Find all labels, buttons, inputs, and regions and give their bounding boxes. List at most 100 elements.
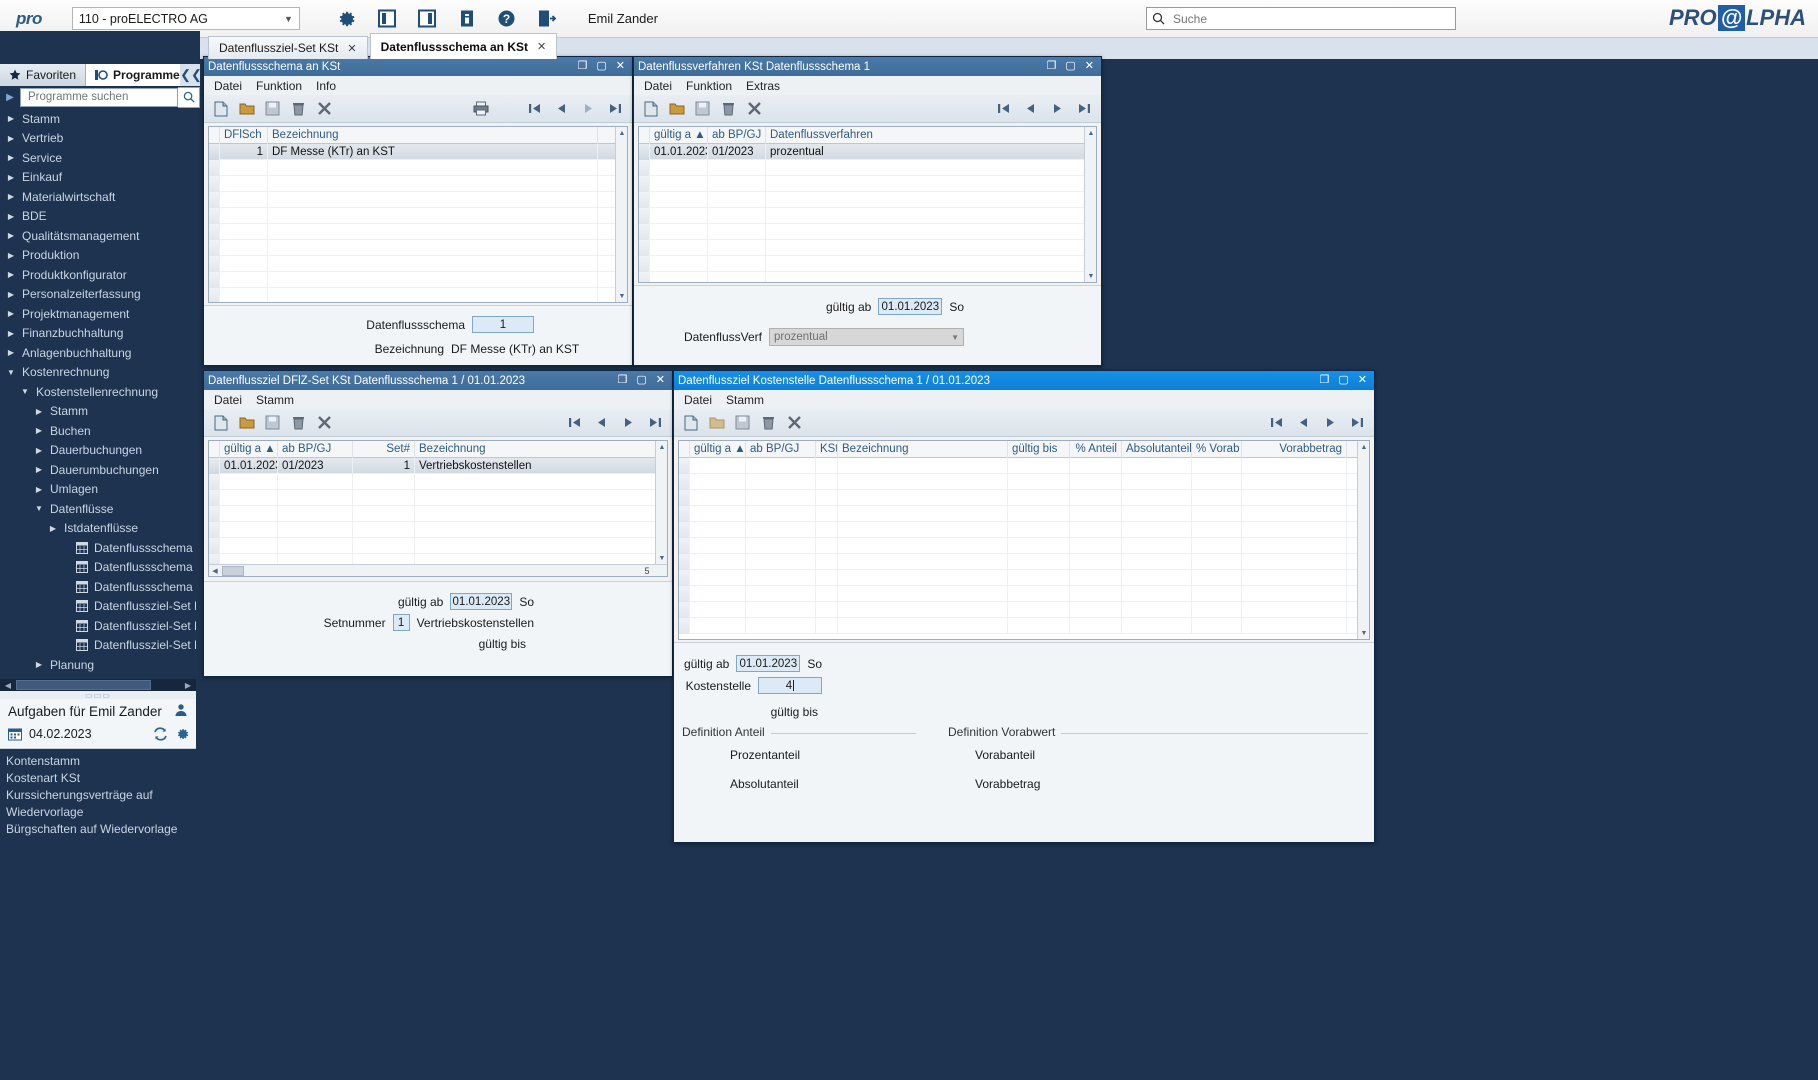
scroll-down-icon[interactable]: ▼ bbox=[616, 290, 627, 302]
table-row-empty[interactable] bbox=[639, 240, 1096, 256]
close-icon[interactable]: ✕ bbox=[347, 42, 356, 55]
tree-item-qualit-tsmanagement[interactable]: ▶ Qualitätsmanagement bbox=[0, 226, 196, 246]
window-datenflussziel-kostenstelle[interactable]: Datenflussziel Kostenstelle Datenflusssc… bbox=[673, 370, 1375, 843]
table-row-empty[interactable] bbox=[209, 522, 667, 538]
row-selector[interactable] bbox=[209, 256, 220, 272]
menu-funktion[interactable]: Funktion bbox=[256, 79, 302, 93]
row-selector[interactable] bbox=[209, 272, 220, 288]
row-selector[interactable] bbox=[209, 538, 220, 554]
chevron-down-icon[interactable]: ▼ bbox=[18, 387, 32, 396]
tree-item-datenflussziel-set-ktr[interactable]: Datenflussziel-Set KTr bbox=[0, 616, 196, 636]
gueltig-ab-input[interactable]: 01.01.2023 bbox=[878, 298, 943, 315]
panel-left-icon[interactable] bbox=[372, 4, 402, 34]
gueltig-ab-input[interactable]: 01.01.2023 bbox=[736, 655, 801, 672]
grid-vertical-scrollbar[interactable]: ▲ ▼ bbox=[1357, 441, 1369, 639]
delete-icon[interactable] bbox=[290, 100, 307, 117]
scroll-down-icon[interactable]: ▼ bbox=[1085, 270, 1096, 282]
tree-item-stamm[interactable]: ▶ Stamm bbox=[0, 109, 196, 129]
menu-datei[interactable]: Datei bbox=[684, 393, 712, 407]
table-row[interactable]: 1 DF Messe (KTr) an KST bbox=[209, 143, 627, 160]
scroll-up-icon[interactable]: ▲ bbox=[656, 441, 667, 453]
column-header-g-ltig-a[interactable]: gültig a ▲ bbox=[220, 441, 278, 458]
row-selector[interactable] bbox=[209, 490, 220, 506]
scroll-thumb[interactable] bbox=[16, 680, 151, 690]
window-titlebar[interactable]: Datenflussziel Kostenstelle Datenflusssc… bbox=[674, 371, 1374, 390]
table-row-empty[interactable] bbox=[679, 474, 1369, 490]
task-item[interactable]: Kostenart KSt bbox=[0, 770, 196, 787]
cancel-icon[interactable] bbox=[316, 414, 333, 431]
row-selector[interactable] bbox=[639, 272, 650, 282]
task-item[interactable]: Bürgschaften auf Wiedervorlage bbox=[0, 821, 196, 838]
tree-item-produktion[interactable]: ▶ Produktion bbox=[0, 246, 196, 266]
menu-extras[interactable]: Extras bbox=[746, 79, 780, 93]
chevron-right-icon[interactable]: ▶ bbox=[32, 660, 46, 669]
double-chevron-left-icon[interactable]: ❮❮ bbox=[180, 64, 202, 86]
table-row-empty[interactable] bbox=[209, 160, 627, 176]
close-icon[interactable]: ✕ bbox=[1358, 375, 1367, 386]
prev-record-icon[interactable] bbox=[1295, 414, 1312, 431]
row-selector[interactable] bbox=[209, 143, 220, 160]
chevron-down-icon[interactable]: ▼ bbox=[32, 504, 46, 513]
expand-arrow-icon[interactable]: ▶ bbox=[0, 92, 20, 103]
open-icon[interactable] bbox=[708, 414, 725, 431]
new-icon[interactable] bbox=[642, 100, 659, 117]
chevron-right-icon[interactable]: ▶ bbox=[46, 524, 60, 533]
tree-item-datenflussschema-an[interactable]: Datenflussschema an bbox=[0, 558, 196, 578]
row-selector[interactable] bbox=[679, 554, 690, 570]
table-row-empty[interactable] bbox=[679, 554, 1369, 570]
close-icon[interactable]: ✕ bbox=[1085, 61, 1094, 72]
chevron-right-icon[interactable]: ▶ bbox=[4, 114, 18, 123]
row-selector[interactable] bbox=[209, 457, 220, 474]
delete-icon[interactable] bbox=[290, 414, 307, 431]
new-icon[interactable] bbox=[212, 100, 229, 117]
scroll-down-icon[interactable]: ▼ bbox=[1358, 627, 1369, 639]
chevron-right-icon[interactable]: ▶ bbox=[32, 407, 46, 416]
column-header-vorabbetrag[interactable]: Vorabbetrag bbox=[1242, 441, 1347, 458]
delete-icon[interactable] bbox=[760, 414, 777, 431]
tree-item-datenflussschema-an[interactable]: Datenflussschema an bbox=[0, 577, 196, 597]
last-record-icon[interactable] bbox=[647, 414, 664, 431]
panel-right-icon[interactable] bbox=[412, 4, 442, 34]
restore-icon[interactable]: ❐ bbox=[578, 61, 588, 72]
program-search-icon[interactable] bbox=[178, 86, 200, 108]
company-select[interactable]: 110 - proELECTRO AG ▼ bbox=[71, 7, 300, 30]
datenflussziel-set-grid[interactable]: gültig a ▲ ab BP/GJ Set# Bezeichnung 01.01.… bbox=[208, 440, 668, 577]
tree-item-materialwirtschaft[interactable]: ▶ Materialwirtschaft bbox=[0, 187, 196, 207]
row-selector[interactable] bbox=[209, 192, 220, 208]
global-search[interactable] bbox=[1146, 7, 1456, 30]
row-selector[interactable] bbox=[639, 192, 650, 208]
window-datenflussziel-dflz-set-kst[interactable]: Datenflussziel DFlZ-Set KSt Datenflusssc… bbox=[203, 370, 673, 677]
chevron-right-icon[interactable]: ▶ bbox=[4, 231, 18, 240]
table-row[interactable]: 01.01.2023 01/2023 prozentual bbox=[639, 143, 1096, 160]
tree-item-finanzbuchhaltung[interactable]: ▶ Finanzbuchhaltung bbox=[0, 324, 196, 344]
column-header-g-ltig-a[interactable]: gültig a ▲ bbox=[650, 127, 708, 144]
maximize-icon[interactable]: ▢ bbox=[636, 375, 646, 386]
row-selector[interactable] bbox=[209, 522, 220, 538]
chevron-right-icon[interactable]: ▶ bbox=[4, 348, 18, 357]
tree-item-planung[interactable]: ▶ Planung bbox=[0, 655, 196, 675]
cancel-icon[interactable] bbox=[316, 100, 333, 117]
tree-item-bde[interactable]: ▶ BDE bbox=[0, 207, 196, 227]
chevron-right-icon[interactable]: ▶ bbox=[4, 270, 18, 279]
scroll-left-icon[interactable]: ◀ bbox=[209, 565, 221, 576]
chevron-right-icon[interactable]: ▶ bbox=[32, 485, 46, 494]
table-row-empty[interactable] bbox=[639, 176, 1096, 192]
row-selector[interactable] bbox=[679, 506, 690, 522]
column-header-g-ltig-a[interactable]: gültig a ▲ bbox=[690, 441, 746, 458]
prev-record-icon[interactable] bbox=[1022, 100, 1039, 117]
setnummer-input[interactable]: 1 bbox=[392, 614, 410, 631]
schema-input[interactable]: 1 bbox=[472, 316, 534, 333]
table-row-empty[interactable] bbox=[209, 490, 667, 506]
column-header-bezeichnung[interactable]: Bezeichnung bbox=[838, 441, 1008, 458]
next-record-icon[interactable] bbox=[1322, 414, 1339, 431]
tree-item-datenflussziel-set-kst[interactable]: Datenflussziel-Set KSt bbox=[0, 597, 196, 617]
table-row-empty[interactable] bbox=[679, 586, 1369, 602]
cancel-icon[interactable] bbox=[746, 100, 763, 117]
menu-funktion[interactable]: Funktion bbox=[686, 79, 732, 93]
maximize-icon[interactable]: ▢ bbox=[596, 61, 606, 72]
gear-icon[interactable] bbox=[332, 4, 362, 34]
scroll-up-icon[interactable]: ▲ bbox=[616, 127, 627, 139]
table-row-empty[interactable] bbox=[679, 538, 1369, 554]
sidebar-tab-favoriten[interactable]: Favoriten bbox=[0, 64, 87, 86]
tab-datenflussschema-an-kst[interactable]: Datenflussschema an KSt ✕ bbox=[369, 33, 558, 59]
